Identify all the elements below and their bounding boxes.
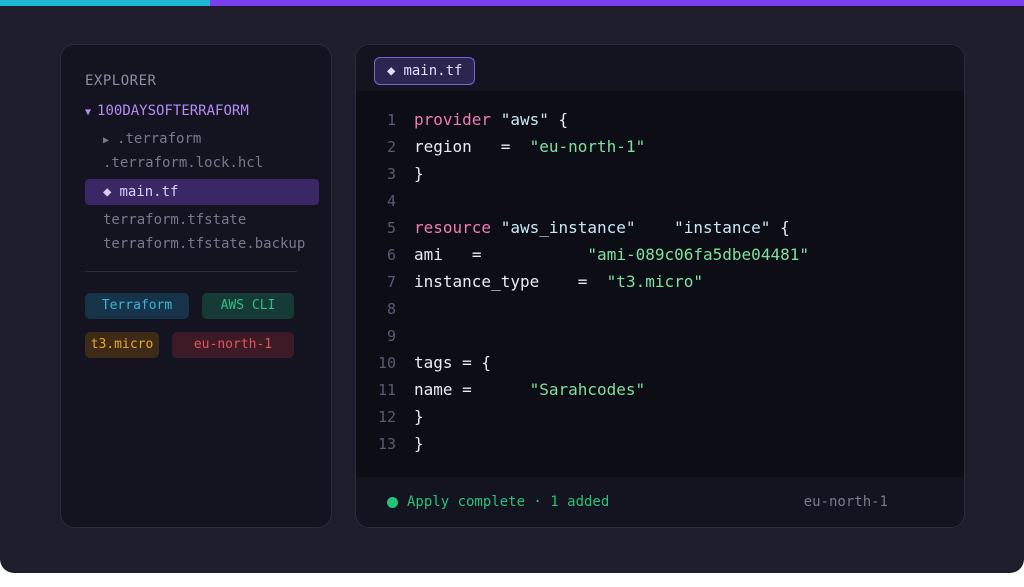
diamond-icon: ◆ xyxy=(103,184,112,200)
tags-token: tags = { xyxy=(414,353,492,372)
string-token: "aws" xyxy=(500,110,549,129)
line-number: 6 xyxy=(386,246,396,264)
line-number: 12 xyxy=(377,408,396,426)
badge-aws-cli: AWS CLI xyxy=(202,293,294,319)
line-number: 10 xyxy=(377,354,396,372)
key-token: name = xyxy=(414,380,472,399)
tree-item-label: .terraform xyxy=(117,131,202,147)
brace-token: } xyxy=(414,407,424,426)
tree-item-tfstate[interactable]: terraform.tfstate xyxy=(103,212,246,228)
code-editor: ◆ main.tf 1 2 3 4 5 6 7 8 9 10 11 12 13 p… xyxy=(355,44,965,528)
folder-label: 100DAYSOFTERRAFORM xyxy=(97,103,249,119)
tab-label: main.tf xyxy=(403,63,463,79)
badge-region: eu-north-1 xyxy=(172,332,294,358)
explorer-title: EXPLORER xyxy=(85,73,157,89)
status-message: Apply complete · 1 added xyxy=(407,494,610,510)
explorer-panel: EXPLORER ▼ 100DAYSOFTERRAFORM ▶ .terraform… xyxy=(60,44,332,528)
line-number: 11 xyxy=(377,381,396,399)
keyword-token: provider xyxy=(414,110,492,129)
chevron-right-icon: ▶ xyxy=(103,135,110,146)
tree-item-terraform-dir[interactable]: ▶ .terraform xyxy=(103,131,201,147)
code-line-10: tags = { xyxy=(414,353,491,372)
string-token: "eu-north-1" xyxy=(529,137,646,156)
line-number: 9 xyxy=(386,327,396,345)
tab-strip: ◆ main.tf xyxy=(356,45,964,91)
code-line-13: } xyxy=(414,434,424,453)
code-line-3: } xyxy=(414,164,424,183)
brace-token: } xyxy=(414,434,424,453)
key-token: region xyxy=(414,137,472,156)
equals-token: = xyxy=(577,272,588,291)
code-line-12: } xyxy=(414,407,424,426)
code-line-5: resource "aws_instance" "instance" { xyxy=(414,218,790,237)
line-number: 13 xyxy=(377,435,396,453)
equals-token: = xyxy=(471,245,482,264)
tree-item-tfstate-backup[interactable]: terraform.tfstate.backup xyxy=(103,236,305,252)
line-number: 4 xyxy=(386,192,396,210)
brace-token: { xyxy=(780,218,790,237)
diamond-icon: ◆ xyxy=(387,63,396,79)
app-window: EXPLORER ▼ 100DAYSOFTERRAFORM ▶ .terraform… xyxy=(0,0,1024,573)
progress-segment-cyan xyxy=(0,0,210,6)
string-token: "instance" xyxy=(674,218,771,237)
tree-item-label: .terraform.lock.hcl xyxy=(103,155,264,171)
badge-instance-type: t3.micro xyxy=(85,332,159,358)
tab-main-tf[interactable]: ◆ main.tf xyxy=(374,57,476,85)
code-line-7: instance_type = "t3.micro" xyxy=(414,272,703,291)
code-line-2: region = "eu-north-1" xyxy=(414,137,645,156)
string-token: "aws_instance" xyxy=(500,218,636,237)
line-number: 3 xyxy=(386,165,396,183)
code-line-11: name = "Sarahcodes" xyxy=(414,380,645,399)
string-token: "ami-089c06fa5dbe04481" xyxy=(587,245,809,264)
string-token: "t3.micro" xyxy=(606,272,703,291)
key-token: instance_type xyxy=(414,272,540,291)
line-number: 1 xyxy=(386,111,396,129)
tree-item-label: terraform.tfstate.backup xyxy=(103,236,306,252)
folder-root[interactable]: ▼ 100DAYSOFTERRAFORM xyxy=(85,103,249,119)
brace-token: { xyxy=(558,110,569,129)
status-region: eu-north-1 xyxy=(803,494,888,510)
key-token: ami xyxy=(414,245,443,264)
tree-item-main-tf[interactable]: ◆ main.tf xyxy=(85,179,319,205)
keyword-token: resource xyxy=(414,218,492,237)
line-number: 8 xyxy=(386,300,396,318)
progress-bar xyxy=(0,0,1024,6)
status-dot-icon xyxy=(387,497,398,508)
tree-item-label: terraform.tfstate xyxy=(103,212,247,228)
badge-terraform: Terraform xyxy=(85,293,189,319)
brace-token: } xyxy=(414,164,424,183)
status-bar: Apply complete · 1 added eu-north-1 xyxy=(356,477,964,527)
line-number: 7 xyxy=(386,273,396,291)
line-number: 2 xyxy=(386,138,396,156)
progress-segment-purple xyxy=(210,0,1024,6)
chevron-down-icon: ▼ xyxy=(85,107,92,118)
equals-token: = xyxy=(500,137,511,156)
code-line-6: ami = "ami-089c06fa5dbe04481" xyxy=(414,245,809,264)
explorer-divider xyxy=(85,271,297,272)
tree-item-lock-file[interactable]: .terraform.lock.hcl xyxy=(103,155,263,171)
tree-item-label: main.tf xyxy=(119,184,179,200)
code-line-1: provider "aws" { xyxy=(414,110,568,129)
string-token: "Sarahcodes" xyxy=(529,380,646,399)
line-number: 5 xyxy=(386,219,396,237)
